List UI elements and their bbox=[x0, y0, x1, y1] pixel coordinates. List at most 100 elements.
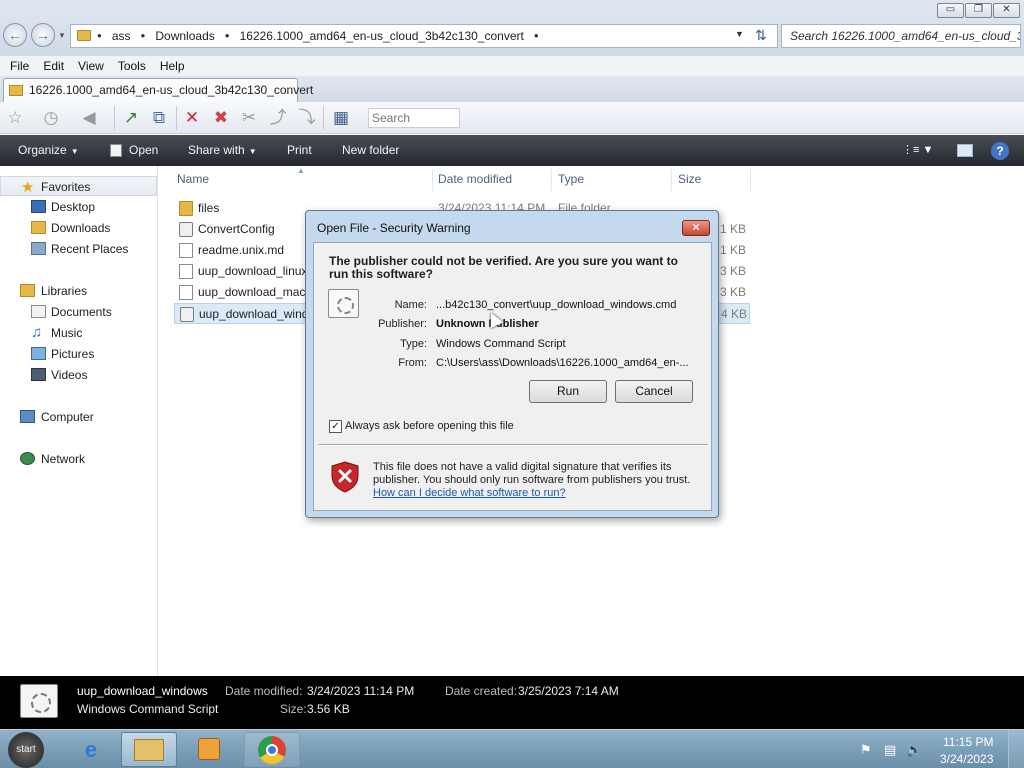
forward-button[interactable]: → bbox=[31, 23, 55, 47]
publisher-label: Publisher: bbox=[378, 318, 427, 330]
preview-pane-icon[interactable] bbox=[957, 144, 973, 157]
toolbar-search-input[interactable] bbox=[368, 108, 460, 128]
clock-date[interactable]: 3/24/2023 bbox=[940, 752, 993, 766]
chrome-taskbar-button[interactable] bbox=[244, 732, 300, 767]
column-divider[interactable] bbox=[750, 169, 751, 191]
menu-bar: File Edit View Tools Help bbox=[0, 56, 1024, 76]
breadcrumb-item-downloads[interactable]: Downloads bbox=[155, 25, 214, 47]
change-view-icon[interactable]: ⋮≡ ▼ bbox=[902, 143, 933, 156]
file-name: readme.unix.md bbox=[198, 243, 285, 257]
nav-item-favorites[interactable]: ★ Favorites bbox=[0, 176, 157, 196]
breadcrumb-item-current-folder[interactable]: 16226.1000_amd64_en-us_cloud_3b42c130_co… bbox=[240, 25, 524, 47]
redo-icon[interactable]: ⤵ bbox=[296, 107, 318, 129]
help-link[interactable]: How can I decide what software to run? bbox=[373, 487, 566, 499]
view-options-icon[interactable]: ▦ bbox=[330, 107, 352, 129]
column-header-type[interactable]: Type bbox=[558, 172, 584, 186]
menu-view[interactable]: View bbox=[78, 59, 104, 73]
downloads-folder-icon bbox=[31, 221, 46, 234]
security-shield-icon bbox=[331, 461, 359, 493]
clock-time[interactable]: 11:15 PM bbox=[943, 735, 993, 749]
windows-explorer-taskbar-button[interactable] bbox=[121, 732, 177, 767]
search-input[interactable]: Search 16226.1000_amd64_en-us_cloud_3b42… bbox=[781, 24, 1021, 48]
sort-ascending-icon: ▲ bbox=[297, 166, 305, 175]
nav-label: Music bbox=[51, 326, 83, 340]
recent-pages-dropdown-icon[interactable]: ▼ bbox=[58, 31, 66, 40]
close-window-button[interactable]: ✕ bbox=[993, 3, 1020, 18]
address-bar[interactable]: ● ass ● Downloads ● 16226.1000_amd64_en-… bbox=[70, 24, 778, 48]
column-header-name[interactable]: Name bbox=[177, 172, 209, 186]
minimize-button[interactable]: ▭ bbox=[937, 3, 964, 18]
refresh-icon[interactable]: ⇅ bbox=[755, 27, 767, 44]
command-bar: Organize ▼ Open Share with ▼ Print New fol… bbox=[0, 135, 1024, 166]
internet-explorer-icon[interactable]: e bbox=[63, 732, 119, 767]
open-file-icon bbox=[110, 144, 122, 157]
menu-tools[interactable]: Tools bbox=[118, 59, 146, 73]
start-button[interactable]: start bbox=[8, 732, 44, 768]
recent-places-icon bbox=[31, 242, 46, 255]
column-header-size[interactable]: Size bbox=[678, 172, 701, 186]
volume-muted-icon[interactable]: 🔈 bbox=[906, 742, 922, 758]
nav-item-pictures[interactable]: Pictures bbox=[0, 344, 157, 364]
open-button[interactable]: Open bbox=[129, 143, 158, 157]
menu-file[interactable]: File bbox=[10, 59, 29, 73]
nav-item-music[interactable]: ♫ Music bbox=[0, 323, 157, 343]
new-folder-button[interactable]: New folder bbox=[342, 143, 399, 157]
navigation-pane: ★ Favorites Desktop Downloads Recent Pla… bbox=[0, 166, 158, 676]
nav-item-desktop[interactable]: Desktop bbox=[0, 197, 157, 217]
network-tray-icon[interactable]: ▤ bbox=[884, 742, 896, 758]
help-icon[interactable]: ? bbox=[991, 142, 1009, 160]
share-with-button[interactable]: Share with ▼ bbox=[188, 143, 257, 157]
tab-strip: 16226.1000_amd64_en-us_cloud_3b42c130_co… bbox=[0, 76, 1024, 102]
file-size: 4 KB bbox=[721, 307, 748, 321]
nav-item-libraries[interactable]: Libraries bbox=[0, 281, 157, 301]
nav-item-documents[interactable]: Documents bbox=[0, 302, 157, 322]
nav-item-downloads[interactable]: Downloads bbox=[0, 218, 157, 238]
delete-folder-icon[interactable]: ✖ bbox=[210, 107, 232, 129]
always-ask-checkbox[interactable]: ✓ bbox=[329, 420, 342, 433]
media-player-icon[interactable] bbox=[181, 732, 237, 767]
show-desktop-button[interactable] bbox=[1008, 730, 1024, 768]
favorite-star-icon[interactable]: ☆ bbox=[4, 107, 26, 129]
history-icon[interactable]: ◷ bbox=[40, 107, 62, 129]
nav-item-network[interactable]: Network bbox=[0, 449, 157, 469]
breadcrumb-item-user[interactable]: ass bbox=[112, 25, 131, 47]
breadcrumb-separator-icon[interactable]: ● bbox=[137, 25, 150, 47]
action-center-flag-icon[interactable]: ⚑ bbox=[860, 742, 872, 758]
address-dropdown-icon[interactable]: ▼ bbox=[735, 29, 744, 39]
folder-icon bbox=[134, 739, 164, 761]
file-name: uup_download_mac bbox=[198, 285, 306, 299]
organize-button[interactable]: Organize ▼ bbox=[18, 143, 79, 157]
always-ask-label[interactable]: Always ask before opening this file bbox=[345, 420, 514, 432]
text-file-icon bbox=[179, 243, 193, 258]
column-divider[interactable] bbox=[551, 169, 552, 191]
delete-icon[interactable]: ✕ bbox=[181, 107, 203, 129]
nav-item-videos[interactable]: Videos bbox=[0, 365, 157, 385]
cancel-button[interactable]: Cancel bbox=[615, 380, 693, 403]
share-with-label: Share with bbox=[188, 143, 245, 157]
menu-edit[interactable]: Edit bbox=[43, 59, 64, 73]
script-file-icon bbox=[20, 684, 58, 718]
column-divider[interactable] bbox=[432, 169, 433, 191]
back-button[interactable]: ← bbox=[3, 23, 27, 47]
back-history-icon[interactable]: ◀ bbox=[78, 107, 100, 129]
nav-item-computer[interactable]: Computer bbox=[0, 407, 157, 427]
details-file-name: uup_download_windows bbox=[77, 684, 208, 698]
run-button[interactable]: Run bbox=[529, 380, 607, 403]
nav-label: Documents bbox=[51, 305, 112, 319]
column-divider[interactable] bbox=[671, 169, 672, 191]
nav-item-recent-places[interactable]: Recent Places bbox=[0, 239, 157, 259]
breadcrumb-separator-icon[interactable]: ● bbox=[93, 25, 106, 47]
undo-icon[interactable]: ⤴ bbox=[267, 107, 289, 129]
copy-icon[interactable]: ⧉ bbox=[148, 107, 170, 129]
nav-label: Computer bbox=[41, 410, 94, 424]
tab-current-folder[interactable]: 16226.1000_amd64_en-us_cloud_3b42c130_co… bbox=[3, 78, 313, 102]
column-header-date-modified[interactable]: Date modified bbox=[438, 172, 512, 186]
dialog-close-button[interactable]: ✕ bbox=[682, 220, 710, 236]
breadcrumb-separator-icon[interactable]: ● bbox=[530, 25, 543, 47]
move-up-icon[interactable]: ↗ bbox=[120, 107, 142, 129]
menu-help[interactable]: Help bbox=[160, 59, 185, 73]
breadcrumb-separator-icon[interactable]: ● bbox=[221, 25, 234, 47]
print-button[interactable]: Print bbox=[287, 143, 312, 157]
cut-icon[interactable]: ✂ bbox=[238, 107, 260, 129]
maximize-button[interactable]: ❐ bbox=[965, 3, 992, 18]
